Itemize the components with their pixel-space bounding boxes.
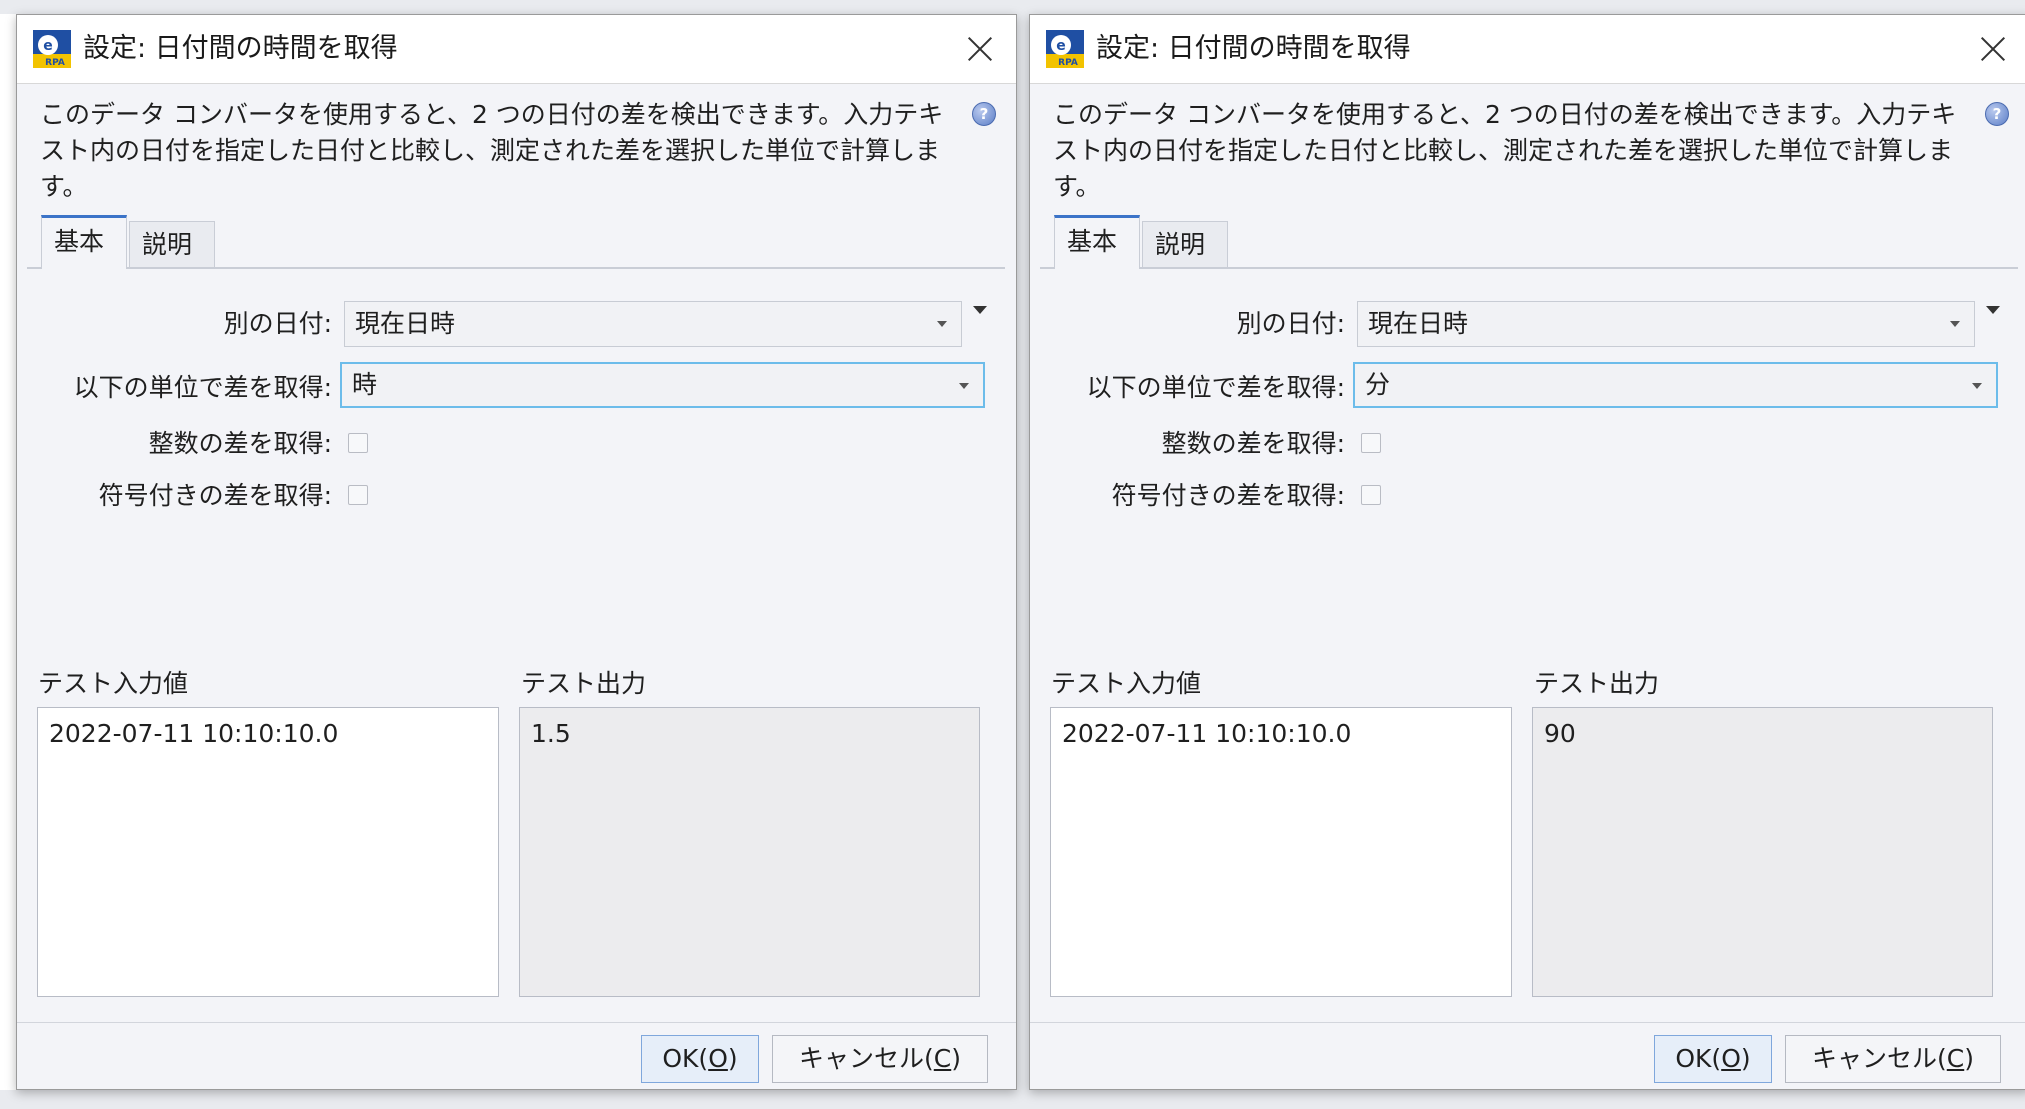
other-date-select[interactable]: 現在日時 bbox=[344, 301, 962, 347]
ok-suffix: ) bbox=[727, 1044, 738, 1073]
help-icon[interactable]: ? bbox=[1985, 102, 2009, 126]
settings-dialog-minutes: e RPA 設定: 日付間の時間を取得 このデータ コンバータを使用すると、2 … bbox=[1029, 14, 2025, 1090]
integer-diff-label: 整数の差を取得: bbox=[1161, 429, 1345, 458]
cancel-button[interactable]: キャンセル(C) bbox=[772, 1035, 988, 1083]
unit-label: 以下の単位で差を取得: bbox=[73, 373, 332, 402]
rpa-app-icon: e RPA bbox=[33, 30, 71, 68]
test-output-label: テスト出力 bbox=[521, 669, 647, 698]
ok-label: OK( bbox=[1675, 1044, 1722, 1073]
test-input-label: テスト入力値 bbox=[38, 669, 189, 698]
title-bar[interactable]: e RPA 設定: 日付間の時間を取得 bbox=[1030, 15, 2025, 84]
other-date-select[interactable]: 現在日時 bbox=[1357, 301, 1975, 347]
ok-button[interactable]: OK(O) bbox=[1654, 1035, 1772, 1083]
integer-diff-checkbox[interactable] bbox=[1361, 433, 1381, 453]
dialog-title: 設定: 日付間の時間を取得 bbox=[83, 33, 398, 64]
tab-description[interactable]: 説明 bbox=[129, 221, 215, 267]
close-button[interactable] bbox=[960, 29, 1000, 69]
dialog-title: 設定: 日付間の時間を取得 bbox=[1096, 33, 1411, 64]
close-button[interactable] bbox=[1973, 29, 2013, 69]
svg-text:RPA: RPA bbox=[1058, 58, 1078, 68]
chevron-down-icon bbox=[959, 383, 969, 389]
ok-mnemonic: O bbox=[708, 1044, 728, 1073]
chevron-down-icon bbox=[937, 321, 947, 327]
svg-text:e: e bbox=[43, 38, 53, 54]
svg-text:e: e bbox=[1056, 38, 1066, 54]
unit-select[interactable]: 時 bbox=[340, 362, 985, 408]
tab-bar: 基本 説明 bbox=[27, 215, 1005, 269]
ok-mnemonic: O bbox=[1721, 1044, 1741, 1073]
title-bar[interactable]: e RPA 設定: 日付間の時間を取得 bbox=[17, 15, 1016, 84]
test-input-label: テスト入力値 bbox=[1051, 669, 1202, 698]
ok-button[interactable]: OK(O) bbox=[641, 1035, 759, 1083]
dialog-description: このデータ コンバータを使用すると、2 つの日付の差を検出できます。入力テキスト… bbox=[1053, 100, 1957, 201]
other-date-value: 現在日時 bbox=[1368, 309, 1469, 338]
cancel-label: キャンセル( bbox=[1812, 1044, 1947, 1073]
signed-diff-label: 符号付きの差を取得: bbox=[98, 481, 332, 510]
cancel-button[interactable]: キャンセル(C) bbox=[1785, 1035, 2001, 1083]
other-date-value: 現在日時 bbox=[355, 309, 456, 338]
dialog-footer: OK(O) キャンセル(C) bbox=[1030, 1022, 2025, 1089]
chevron-down-icon bbox=[1972, 383, 1982, 389]
settings-dialog-hours: e RPA 設定: 日付間の時間を取得 このデータ コンバータを使用すると、2 … bbox=[16, 14, 1017, 1090]
dialog-description: このデータ コンバータを使用すると、2 つの日付の差を検出できます。入力テキスト… bbox=[40, 100, 944, 201]
test-output-field: 90 bbox=[1532, 707, 1993, 997]
chevron-down-icon bbox=[1950, 321, 1960, 327]
signed-diff-checkbox[interactable] bbox=[348, 485, 368, 505]
expand-menu-icon[interactable] bbox=[1986, 306, 2000, 314]
integer-diff-label: 整数の差を取得: bbox=[148, 429, 332, 458]
integer-diff-checkbox[interactable] bbox=[348, 433, 368, 453]
test-input-field[interactable]: 2022-07-11 10:10:10.0 bbox=[1050, 707, 1512, 997]
unit-select[interactable]: 分 bbox=[1353, 362, 1998, 408]
other-date-label: 別の日付: bbox=[223, 309, 332, 338]
cancel-suffix: ) bbox=[951, 1044, 961, 1073]
signed-diff-checkbox[interactable] bbox=[1361, 485, 1381, 505]
other-date-label: 別の日付: bbox=[1236, 309, 1345, 338]
cancel-suffix: ) bbox=[1964, 1044, 1974, 1073]
test-output-field: 1.5 bbox=[519, 707, 980, 997]
cancel-mnemonic: C bbox=[1946, 1044, 1965, 1073]
expand-menu-icon[interactable] bbox=[973, 306, 987, 314]
ok-suffix: ) bbox=[1740, 1044, 1751, 1073]
unit-value: 分 bbox=[1365, 370, 1391, 399]
help-icon[interactable]: ? bbox=[972, 102, 996, 126]
svg-text:RPA: RPA bbox=[45, 58, 65, 68]
cancel-label: キャンセル( bbox=[799, 1044, 934, 1073]
cancel-mnemonic: C bbox=[933, 1044, 952, 1073]
tab-description[interactable]: 説明 bbox=[1142, 221, 1228, 267]
tab-basic[interactable]: 基本 bbox=[41, 215, 127, 269]
signed-diff-label: 符号付きの差を取得: bbox=[1111, 481, 1345, 510]
rpa-app-icon: e RPA bbox=[1046, 30, 1084, 68]
tab-bar: 基本 説明 bbox=[1040, 215, 2018, 269]
tab-basic[interactable]: 基本 bbox=[1054, 215, 1140, 269]
test-input-field[interactable]: 2022-07-11 10:10:10.0 bbox=[37, 707, 499, 997]
ok-label: OK( bbox=[662, 1044, 709, 1073]
test-output-label: テスト出力 bbox=[1534, 669, 1660, 698]
dialog-footer: OK(O) キャンセル(C) bbox=[17, 1022, 1016, 1089]
unit-label: 以下の単位で差を取得: bbox=[1086, 373, 1345, 402]
unit-value: 時 bbox=[352, 370, 378, 399]
